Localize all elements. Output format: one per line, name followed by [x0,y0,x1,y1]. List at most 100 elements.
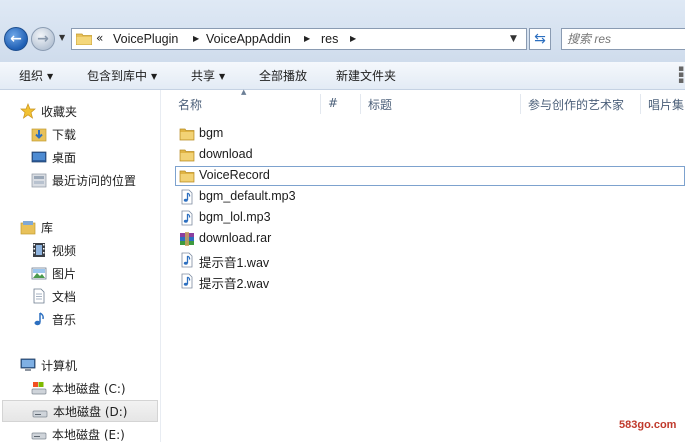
sidebar-item-music[interactable]: 音乐 [0,308,160,330]
sidebar-item-label: 视频 [52,244,77,258]
sidebar-item-label: 下载 [52,128,77,142]
audio-file-icon [181,189,193,205]
column-header-name[interactable]: 名称 [178,96,202,113]
file-row[interactable]: bgm_lol.mp3 [175,208,685,228]
file-name: 提示音1.wav [199,256,270,270]
sidebar-item-label: 本地磁盘 (E:) [52,428,125,442]
share-button[interactable]: 共享 ▼ [191,67,225,84]
chevron-down-icon: ▼ [219,72,226,81]
file-row[interactable]: VoiceRecord [175,166,685,186]
sidebar-item-label: 音乐 [52,313,77,327]
sidebar-item-label: 最近访问的位置 [52,174,137,188]
chevron-down-icon: ▼ [47,72,54,81]
file-name: 提示音2.wav [199,277,270,291]
search-input[interactable] [567,31,677,47]
audio-file-icon [181,273,193,289]
breadcrumb-res[interactable]: res [321,32,338,46]
toolbar-grip-icon: ▪ ▪ ▪ [678,64,685,86]
sort-ascending-icon: ▲ [241,88,247,96]
address-bar[interactable]: « VoicePlugin ▶ VoiceAppAddin ▶ res ▶ ▼ [71,28,527,50]
downloads-folder-icon [31,128,47,142]
star-icon [20,103,36,119]
drive-icon [31,432,47,440]
pane-divider[interactable] [160,90,161,442]
file-name: download.rar [199,231,272,245]
include-in-library-label: 包含到库中 [87,69,148,83]
sidebar-item-libraries[interactable]: 库 [0,216,160,238]
sidebar-item-downloads[interactable]: 下载 [0,123,160,145]
file-name: bgm [199,126,224,140]
column-header-number[interactable]: # [328,96,338,110]
sidebar-item-favorites[interactable]: 收藏夹 [0,100,160,122]
folder-icon [179,170,195,183]
recent-places-icon [31,173,47,188]
rar-archive-icon [180,232,194,246]
file-row[interactable]: 提示音2.wav [175,271,685,291]
file-row[interactable]: bgm_default.mp3 [175,187,685,207]
column-separator[interactable] [520,94,521,114]
sidebar-item-label: 图片 [52,267,77,281]
address-history-dropdown-icon[interactable]: ▼ [510,34,517,44]
sidebar-item-drive-d[interactable]: 本地磁盘 (D:) [2,400,158,422]
play-all-button[interactable]: 全部播放 [259,67,307,84]
folder-icon [179,149,195,162]
title-address-bar: ← → ▼ « VoicePlugin ▶ VoiceAppAddin ▶ re… [0,0,685,62]
search-box[interactable] [561,28,685,50]
breadcrumb-voiceappaddin[interactable]: VoiceAppAddin [206,32,291,46]
breadcrumb-separator-icon[interactable]: ▶ [304,34,310,43]
address-overflow-chevron[interactable]: « [96,31,103,45]
system-drive-icon [31,382,47,395]
file-name: bgm_lol.mp3 [199,210,271,224]
sidebar-item-label: 文档 [52,290,77,304]
column-header-album[interactable]: 唱片集 [648,96,684,113]
document-icon [33,288,45,304]
column-separator[interactable] [360,94,361,114]
new-folder-label: 新建文件夹 [336,69,397,83]
sidebar-item-desktop[interactable]: 桌面 [0,146,160,168]
breadcrumb-separator-icon[interactable]: ▶ [193,34,199,43]
column-header-title[interactable]: 标题 [368,96,392,113]
column-separator[interactable] [640,94,641,114]
file-row[interactable]: download.rar [175,229,685,249]
sidebar-item-documents[interactable]: 文档 [0,285,160,307]
column-separator[interactable] [320,94,321,114]
file-name: bgm_default.mp3 [199,189,296,203]
refresh-button[interactable]: ⇆ [529,28,551,50]
drive-icon [32,410,48,418]
sidebar-item-label: 本地磁盘 (D:) [53,405,128,419]
sidebar-item-label: 库 [41,221,54,235]
folder-icon [179,128,195,141]
recent-pages-dropdown[interactable]: ▼ [59,33,69,45]
breadcrumb-voiceplugin[interactable]: VoicePlugin [113,32,178,46]
sidebar-item-pictures[interactable]: 图片 [0,262,160,284]
command-toolbar: 组织 ▼ 包含到库中 ▼ 共享 ▼ 全部播放 新建文件夹 ▪ ▪ ▪ [0,62,685,90]
new-folder-button[interactable]: 新建文件夹 [336,67,396,84]
play-all-label: 全部播放 [259,69,308,83]
desktop-icon [31,151,47,163]
share-label: 共享 [191,69,216,83]
music-note-icon [34,312,44,326]
film-icon [33,243,45,257]
computer-icon [20,358,36,371]
sidebar-item-recent-places[interactable]: 最近访问的位置 [0,169,160,191]
refresh-icon: ⇆ [534,31,546,47]
include-in-library-button[interactable]: 包含到库中 ▼ [87,67,157,84]
watermark-text: 583go.com [619,419,677,431]
sidebar-item-videos[interactable]: 视频 [0,239,160,261]
file-row[interactable]: bgm [175,124,685,144]
audio-file-icon [181,210,193,226]
forward-button[interactable]: → [31,27,55,51]
folder-icon [76,33,92,45]
file-row[interactable]: 提示音1.wav [175,250,685,270]
file-name: download [199,147,253,161]
organize-label: 组织 [19,69,44,83]
organize-button[interactable]: 组织 ▼ [19,67,53,84]
column-header-contributing-artists[interactable]: 参与创作的艺术家 [528,96,624,113]
file-row[interactable]: download [175,145,685,165]
sidebar-item-label: 本地磁盘 (C:) [52,382,126,396]
sidebar-item-computer[interactable]: 计算机 [0,354,160,376]
breadcrumb-separator-icon[interactable]: ▶ [350,34,356,43]
sidebar-item-drive-c[interactable]: 本地磁盘 (C:) [0,377,160,399]
back-button[interactable]: ← [4,27,28,51]
sidebar-item-label: 计算机 [41,359,78,373]
